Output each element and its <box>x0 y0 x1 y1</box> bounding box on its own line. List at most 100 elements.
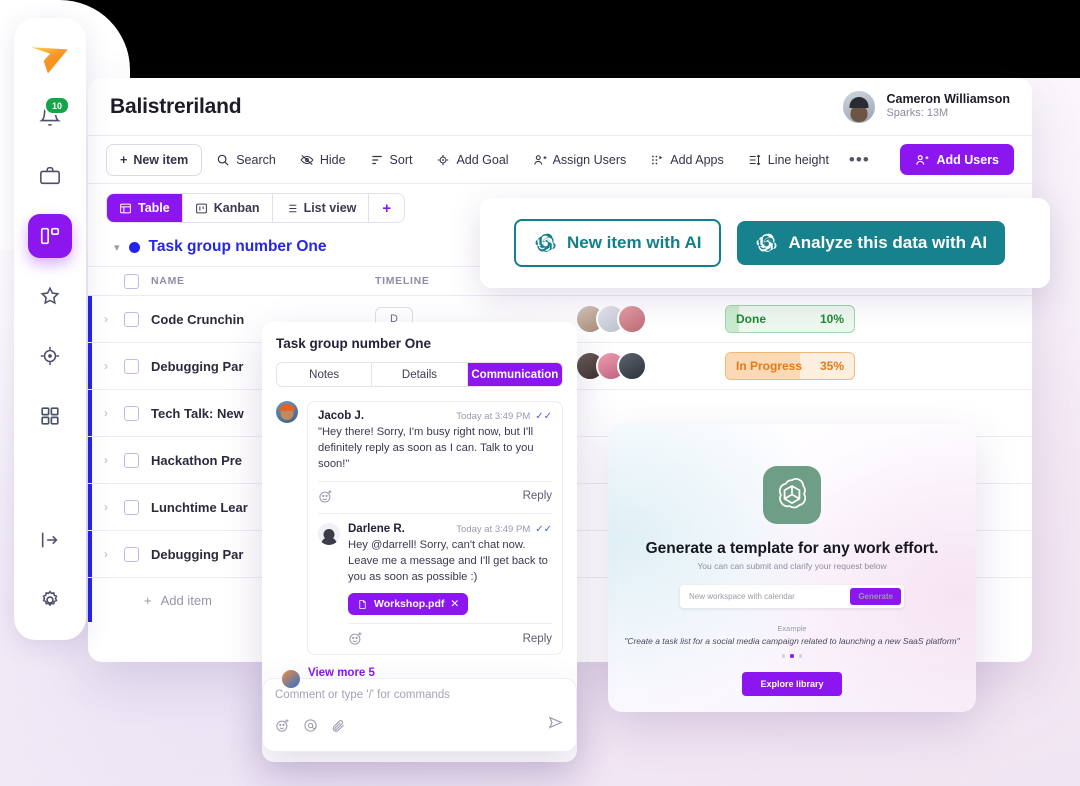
user-meta: Sparks: 13M <box>886 107 949 120</box>
sidebar-item-goals[interactable] <box>28 334 72 378</box>
row-expand-icon[interactable]: › <box>104 406 108 420</box>
sidebar-item-collapse[interactable] <box>28 518 72 562</box>
add-view-button[interactable]: + <box>369 194 404 222</box>
list-icon <box>286 204 296 212</box>
openai-brand-tile <box>763 466 821 524</box>
row-assignees[interactable] <box>575 304 725 334</box>
user-profile[interactable]: Cameron Williamson Sparks: 13M <box>842 89 1010 124</box>
carousel-dots[interactable] <box>781 654 803 658</box>
row-expand-icon[interactable]: › <box>104 547 108 561</box>
avatar <box>617 351 647 381</box>
group-name: Task group number One <box>148 238 327 255</box>
ai-template-card: Generate a template for any work effort.… <box>608 424 976 712</box>
tab-details[interactable]: Details <box>372 363 468 386</box>
carousel-dot-active[interactable] <box>790 654 794 658</box>
tab-list-view[interactable]: List view <box>272 194 370 222</box>
add-apps-label: Add Apps <box>670 152 724 167</box>
template-prompt-input[interactable]: New workspace with calendar Generate <box>680 585 904 608</box>
apps-dots-icon <box>652 155 663 164</box>
row-checkbox[interactable] <box>124 499 139 515</box>
column-header-name[interactable]: NAME <box>139 275 375 287</box>
avatar <box>282 670 300 688</box>
example-label: Example <box>777 624 807 633</box>
row-assignees[interactable] <box>575 351 725 381</box>
double-check-icon: ✓✓ <box>535 523 552 535</box>
sidebar-item-favorites[interactable] <box>28 274 72 318</box>
search-button[interactable]: Search <box>206 145 286 175</box>
eye-off-icon <box>300 154 314 165</box>
generate-button[interactable]: Generate <box>850 588 901 605</box>
panel-tabs: Notes Details Communication <box>276 362 563 387</box>
tab-table-label: Table <box>138 201 170 215</box>
row-checkbox[interactable] <box>124 358 139 374</box>
emoji-icon[interactable] <box>275 718 290 733</box>
sort-button[interactable]: Sort <box>360 145 423 175</box>
app-logo-icon[interactable] <box>29 40 71 78</box>
new-item-button[interactable]: + New item <box>106 143 203 176</box>
tab-list-view-label: List view <box>303 201 357 215</box>
tab-notes[interactable]: Notes <box>277 363 373 386</box>
add-goal-button[interactable]: Add Goal <box>426 145 518 175</box>
window-header: Balistreriland Cameron Williamson Sparks… <box>88 78 1032 136</box>
reply-button[interactable]: Reply <box>523 490 552 502</box>
add-users-button[interactable]: Add Users <box>900 144 1014 175</box>
row-checkbox[interactable] <box>124 452 139 468</box>
row-checkbox[interactable] <box>124 405 139 421</box>
row-expand-icon[interactable]: › <box>104 359 108 373</box>
carousel-dot[interactable] <box>781 654 786 658</box>
avatar <box>276 401 298 423</box>
message-author: Darlene R. <box>348 522 405 535</box>
analyze-data-with-ai-button[interactable]: Analyze this data with AI <box>737 221 1006 265</box>
example-text: "Create a task list for a social media c… <box>624 636 960 646</box>
message-text: Hey @darrell! Sorry, can't chat now. Lea… <box>348 538 548 584</box>
row-status[interactable]: Done 10% <box>725 305 875 333</box>
target-icon <box>40 346 60 366</box>
row-checkbox[interactable] <box>124 546 139 562</box>
add-apps-button[interactable]: Add Apps <box>640 145 734 175</box>
row-expand-icon[interactable]: › <box>104 453 108 467</box>
kanban-icon <box>195 203 207 213</box>
status-percent: 10% <box>819 312 844 326</box>
attachment-chip[interactable]: Workshop.pdf ✕ <box>348 593 469 616</box>
hide-button[interactable]: Hide <box>290 145 356 175</box>
sidebar-item-briefcase[interactable] <box>28 154 72 198</box>
new-item-with-ai-label: New item with AI <box>567 233 702 252</box>
attachment-icon[interactable] <box>331 718 346 733</box>
comment-composer: Comment or type '/' for commands <box>262 678 577 752</box>
sidebar-item-notifications[interactable]: 10 <box>28 94 72 138</box>
row-expand-icon[interactable]: › <box>104 312 108 326</box>
add-reaction-icon[interactable] <box>348 631 363 646</box>
line-height-button[interactable]: Line height <box>738 145 839 175</box>
sidebar-item-apps[interactable] <box>28 394 72 438</box>
plus-icon: + <box>144 592 152 608</box>
select-all-checkbox[interactable] <box>124 273 139 289</box>
send-icon[interactable] <box>547 714 564 736</box>
row-status[interactable]: In Progress 35% <box>725 352 875 380</box>
row-checkbox[interactable] <box>124 311 139 327</box>
new-item-with-ai-button[interactable]: New item with AI <box>514 219 722 267</box>
chevron-down-icon[interactable]: ▾ <box>114 241 120 254</box>
add-reaction-icon[interactable] <box>318 489 333 504</box>
assign-users-button[interactable]: Assign Users <box>523 145 637 175</box>
carousel-dot[interactable] <box>798 654 803 658</box>
comment-input[interactable]: Comment or type '/' for commands <box>275 689 564 701</box>
composer-actions <box>275 714 564 736</box>
goal-icon <box>438 154 449 165</box>
table-icon <box>120 203 131 213</box>
double-check-icon: ✓✓ <box>535 411 552 422</box>
row-expand-icon[interactable]: › <box>104 500 108 514</box>
tab-kanban[interactable]: Kanban <box>182 194 273 222</box>
sort-label: Sort <box>389 152 413 167</box>
tab-communication[interactable]: Communication <box>467 363 562 386</box>
explore-library-button[interactable]: Explore library <box>742 671 842 696</box>
reply-button[interactable]: Reply <box>523 633 552 645</box>
user-plus-icon <box>916 154 929 165</box>
plus-icon: + <box>120 152 128 167</box>
assign-users-label: Assign Users <box>552 152 627 167</box>
sidebar-item-boards[interactable] <box>28 214 72 258</box>
sidebar-item-settings[interactable] <box>28 578 72 622</box>
remove-attachment-icon[interactable]: ✕ <box>450 598 459 610</box>
mention-icon[interactable] <box>303 718 318 733</box>
template-subheading: You can can submit and clarify your requ… <box>697 561 887 571</box>
tab-table[interactable]: Table <box>107 194 183 222</box>
